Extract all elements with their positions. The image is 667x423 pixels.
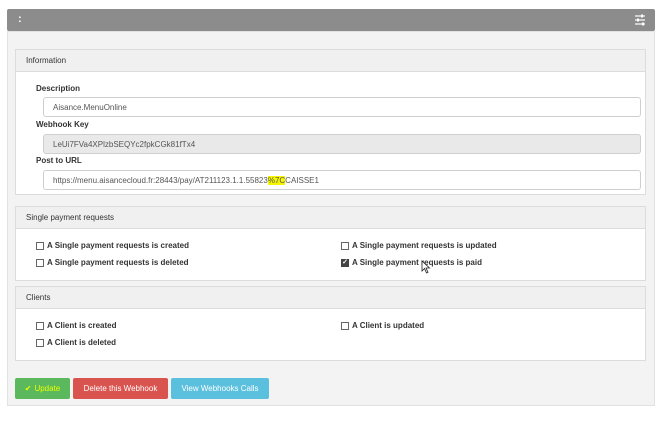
header-title: : (18, 13, 22, 25)
checkbox-single-updated[interactable]: A Single payment requests is updated (341, 241, 497, 250)
checkbox-box[interactable] (341, 241, 349, 250)
checkbox-label: A Single payment requests is deleted (47, 258, 189, 267)
checkbox-label: A Single payment requests is paid (352, 258, 482, 267)
update-label: Update (34, 384, 61, 393)
checkbox-box[interactable] (36, 321, 44, 330)
check-icon: ✔ (24, 384, 32, 393)
post-url-prefix: https://menu.aisancecloud.fr:28443/pay/A… (53, 176, 268, 185)
post-url-suffix: CAISSE1 (285, 176, 319, 185)
sliders-icon[interactable] (633, 13, 647, 27)
checkbox-label: A Single payment requests is created (47, 241, 189, 250)
checkmark-icon[interactable]: ✓ (341, 258, 349, 267)
checkbox-single-paid[interactable]: ✓ A Single payment requests is paid (341, 258, 482, 267)
post-url-highlight: %7C (267, 176, 286, 185)
checkbox-box[interactable] (341, 321, 349, 330)
clients-panel: Clients A Client is created A Client is … (15, 286, 646, 361)
checkbox-label: A Single payment requests is updated (352, 241, 497, 250)
information-heading: Information (16, 50, 645, 72)
checkbox-label: A Client is deleted (47, 338, 117, 347)
checkbox-client-created[interactable]: A Client is created (36, 321, 117, 330)
webhook-header-bar: : (7, 9, 655, 31)
webhook-key-label: Webhook Key (36, 120, 89, 129)
description-label: Description (36, 84, 81, 93)
checkbox-client-updated[interactable]: A Client is updated (341, 321, 424, 330)
clients-heading: Clients (16, 287, 645, 309)
delete-webhook-button[interactable]: Delete this Webhook (73, 378, 168, 399)
single-payment-panel: Single payment requests A Single payment… (15, 206, 646, 281)
post-url-input[interactable]: https://menu.aisancecloud.fr:28443/pay/A… (43, 170, 641, 190)
view-webhook-calls-button[interactable]: View Webhooks Calls (171, 378, 269, 399)
update-button[interactable]: ✔ Update (15, 378, 70, 399)
post-url-label: Post to URL (36, 156, 82, 165)
information-panel: Information Description Aisance.MenuOnli… (15, 49, 646, 195)
checkbox-client-deleted[interactable]: A Client is deleted (36, 338, 116, 347)
description-input[interactable]: Aisance.MenuOnline (43, 97, 641, 117)
checkbox-box[interactable] (36, 338, 44, 347)
webhook-key-field: LeUi7FVa4XPlzbSEQYc2fpkCGk81fTx4 (43, 134, 641, 154)
checkbox-single-created[interactable]: A Single payment requests is created (36, 241, 189, 250)
single-payment-heading: Single payment requests (16, 207, 645, 229)
checkbox-box[interactable] (36, 241, 44, 250)
checkbox-box[interactable] (36, 258, 44, 267)
checkbox-label: A Client is created (47, 321, 117, 330)
checkbox-label: A Client is updated (352, 321, 425, 330)
mouse-cursor-icon (421, 260, 431, 274)
checkbox-single-deleted[interactable]: A Single payment requests is deleted (36, 258, 189, 267)
